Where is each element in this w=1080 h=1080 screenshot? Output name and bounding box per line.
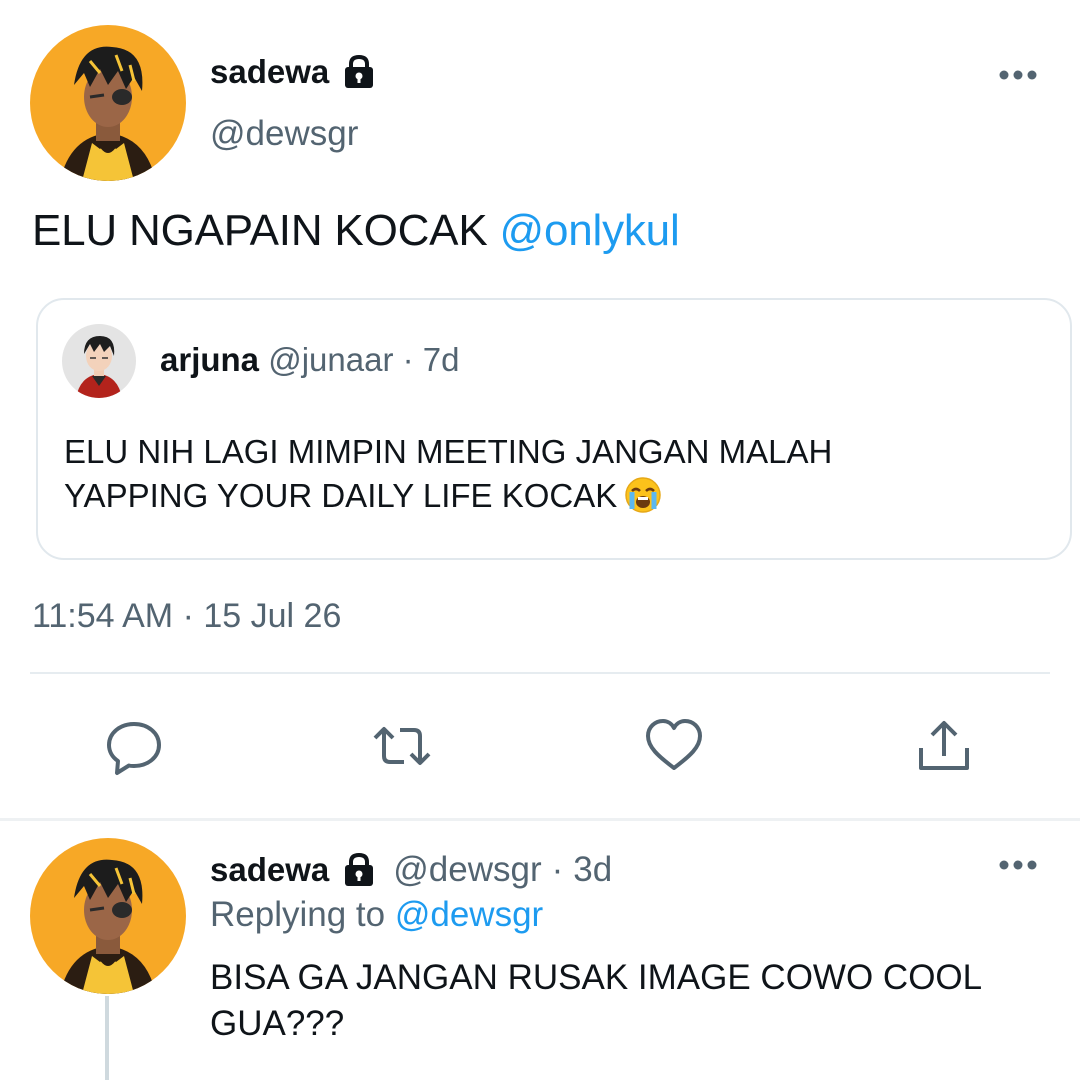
- thread-connector-line: [105, 996, 109, 1080]
- share-icon[interactable]: [914, 716, 974, 776]
- quoted-text-line: ELU NIH LAGI MIMPIN MEETING JANGAN MALAH: [64, 433, 833, 470]
- reply-avatar-illustration: [30, 838, 186, 994]
- reply-separator: ·: [551, 850, 564, 889]
- quoted-text-line: YAPPING YOUR DAILY LIFE KOCAK: [64, 474, 1054, 518]
- quoted-age: 7d: [422, 341, 460, 378]
- quoted-text-line-content: YAPPING YOUR DAILY LIFE KOCAK: [64, 477, 618, 514]
- tweet-timestamp[interactable]: 11:54 AM · 15 Jul 26: [32, 597, 341, 636]
- quoted-handle[interactable]: @junaar: [268, 341, 393, 378]
- author-avatar[interactable]: [30, 25, 186, 181]
- quoted-tweet-text: ELU NIH LAGI MIMPIN MEETING JANGAN MALAH…: [64, 430, 1054, 518]
- reply-display-name[interactable]: sadewa: [210, 851, 329, 889]
- tweet-body: ELU NGAPAIN KOCAK: [32, 206, 488, 255]
- lock-icon: [339, 850, 379, 890]
- quoted-display-name[interactable]: arjuna: [160, 341, 259, 378]
- reply-text: BISA GA JANGAN RUSAK IMAGE COWO COOL GUA…: [210, 955, 1050, 1047]
- avatar-illustration: [30, 25, 186, 181]
- tweet-date: 15 Jul 26: [203, 597, 342, 635]
- more-icon[interactable]: [998, 68, 1038, 82]
- like-icon[interactable]: [644, 716, 704, 776]
- quoted-tweet-card[interactable]: [36, 298, 1072, 560]
- reply-author-avatar[interactable]: [30, 838, 186, 994]
- reply-header: sadewa @dewsgr · 3d: [210, 850, 612, 890]
- quoted-tweet-header: arjuna @junaar · 7d: [160, 341, 460, 379]
- author-name-row: sadewa: [210, 52, 379, 92]
- reply-age: 3d: [573, 850, 613, 889]
- replying-to-link[interactable]: @dewsgr: [395, 895, 543, 934]
- tweet-text: ELU NGAPAIN KOCAK @onlykul: [32, 206, 680, 256]
- reply-handle[interactable]: @dewsgr: [393, 850, 541, 890]
- author-handle[interactable]: @dewsgr: [210, 114, 358, 154]
- timestamp-separator: ·: [182, 597, 194, 635]
- quoted-avatar-illustration: [62, 324, 136, 398]
- tweet-mention-link[interactable]: @onlykul: [500, 206, 680, 255]
- section-divider: [0, 818, 1080, 821]
- lock-icon: [339, 52, 379, 92]
- reply-text-line: GUA???: [210, 1004, 345, 1043]
- replying-to: Replying to @dewsgr: [210, 895, 543, 935]
- tweet-time: 11:54 AM: [32, 597, 174, 635]
- replying-to-label: Replying to: [210, 895, 386, 934]
- author-handle-row: @dewsgr: [210, 114, 358, 154]
- divider: [30, 672, 1050, 674]
- retweet-icon[interactable]: [372, 716, 432, 776]
- tweet-detail-page: sadewa @dewsgr ELU NGAPAIN KOCAK @onlyku…: [0, 0, 1080, 1080]
- quoted-separator: ·: [402, 341, 414, 378]
- loudly-crying-face-icon: [623, 475, 663, 515]
- more-icon[interactable]: [998, 858, 1038, 872]
- reply-icon[interactable]: [104, 716, 164, 776]
- author-display-name[interactable]: sadewa: [210, 53, 329, 91]
- reply-text-line: BISA GA JANGAN RUSAK IMAGE COWO COOL: [210, 958, 983, 997]
- quoted-author-avatar[interactable]: [62, 324, 136, 398]
